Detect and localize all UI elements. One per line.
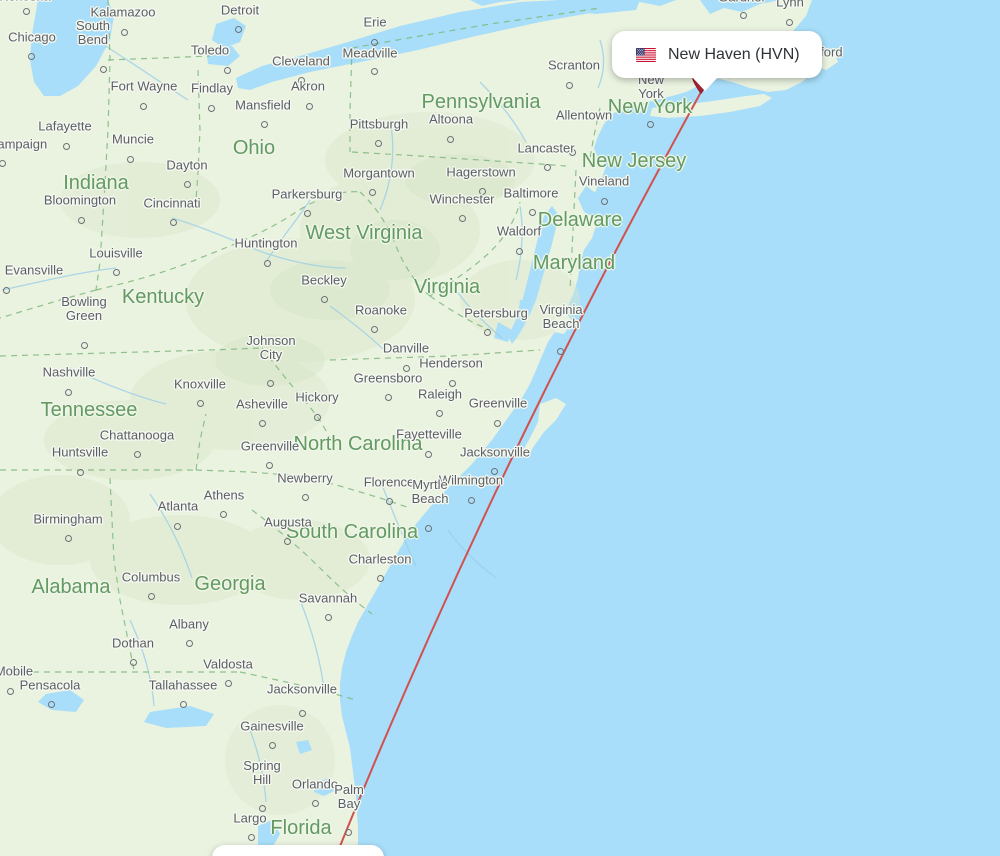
- us-flag-icon: [636, 47, 656, 62]
- origin-airport-label: New Haven (HVN): [668, 45, 800, 63]
- card-pointer-tail: [692, 77, 718, 91]
- new-haven-label-card[interactable]: New Haven (HVN): [612, 31, 822, 91]
- destination-label-card[interactable]: [212, 845, 384, 856]
- flight-route-map[interactable]: Ohio Indiana Kentucky Tennessee Alabama Georg…: [0, 0, 1000, 856]
- map-canvas: [0, 0, 1000, 856]
